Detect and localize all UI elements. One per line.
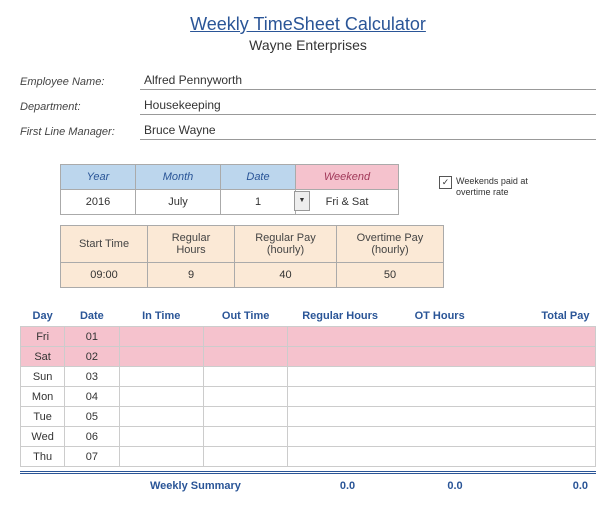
intime-cell[interactable]	[119, 407, 203, 427]
outtime-cell[interactable]	[203, 447, 287, 467]
reghours-cell	[288, 387, 393, 407]
totalpay-header: Total Pay	[487, 306, 596, 327]
weekend-header: Weekend	[296, 165, 399, 190]
date-value: 1	[255, 196, 261, 208]
day-cell: Mon	[21, 387, 65, 407]
date-cell: 06	[65, 427, 119, 447]
date-cell: 05	[65, 407, 119, 427]
reghours-cell	[288, 347, 393, 367]
summary-regular: 0.0	[290, 480, 405, 492]
outtime-header: Out Time	[203, 306, 287, 327]
table-row: Tue05	[21, 407, 596, 427]
outtime-cell[interactable]	[203, 427, 287, 447]
manager-field[interactable]: Bruce Wayne	[140, 121, 596, 140]
intime-header: In Time	[119, 306, 203, 327]
start-time-cell[interactable]: 09:00	[61, 263, 148, 288]
intime-cell[interactable]	[119, 367, 203, 387]
table-row: Wed06	[21, 427, 596, 447]
week-table: Day Date In Time Out Time Regular Hours …	[20, 306, 596, 467]
othours-cell	[392, 407, 486, 427]
table-row: Thu07	[21, 447, 596, 467]
start-time-header: Start Time	[61, 226, 148, 263]
othours-cell	[392, 347, 486, 367]
intime-cell[interactable]	[119, 387, 203, 407]
date-cell: 01	[65, 327, 119, 347]
day-cell: Fri	[21, 327, 65, 347]
totalpay-cell	[487, 427, 596, 447]
outtime-cell[interactable]	[203, 387, 287, 407]
weekly-summary-row: Weekly Summary 0.0 0.0 0.0	[20, 471, 596, 492]
day-cell: Wed	[21, 427, 65, 447]
manager-label: First Line Manager:	[20, 126, 140, 140]
rates-table: Start Time Regular Hours Regular Pay (ho…	[60, 225, 444, 288]
wdate-header: Date	[65, 306, 119, 327]
reghours-cell	[288, 367, 393, 387]
table-row: Fri01	[21, 327, 596, 347]
reghours-cell	[288, 427, 393, 447]
outtime-cell[interactable]	[203, 407, 287, 427]
summary-pay: 0.0	[505, 480, 596, 492]
reghours-header: Regular Hours	[288, 306, 393, 327]
date-header: Date	[221, 165, 296, 190]
overtime-checkbox-label: Weekends paid at overtime rate	[456, 176, 556, 198]
regular-hours-header: Regular Hours	[148, 226, 235, 263]
date-cell: 03	[65, 367, 119, 387]
date-cell: 02	[65, 347, 119, 367]
table-row: Sat02	[21, 347, 596, 367]
employee-name-label: Employee Name:	[20, 76, 140, 90]
intime-cell[interactable]	[119, 427, 203, 447]
day-cell: Sun	[21, 367, 65, 387]
totalpay-cell	[487, 367, 596, 387]
overtime-pay-header: Overtime Pay (hourly)	[337, 226, 444, 263]
reghours-cell	[288, 407, 393, 427]
department-field[interactable]: Housekeeping	[140, 96, 596, 115]
department-label: Department:	[20, 101, 140, 115]
regular-hours-cell[interactable]: 9	[148, 263, 235, 288]
totalpay-cell	[487, 447, 596, 467]
employee-name-field[interactable]: Alfred Pennyworth	[140, 71, 596, 90]
othours-cell	[392, 447, 486, 467]
year-header: Year	[61, 165, 136, 190]
company-name: Wayne Enterprises	[20, 37, 596, 53]
page-title: Weekly TimeSheet Calculator	[20, 14, 596, 35]
intime-cell[interactable]	[119, 447, 203, 467]
othours-cell	[392, 387, 486, 407]
table-row: Sun03	[21, 367, 596, 387]
intime-cell[interactable]	[119, 327, 203, 347]
year-cell[interactable]: 2016	[61, 190, 136, 215]
totalpay-cell	[487, 347, 596, 367]
othours-cell	[392, 327, 486, 347]
othours-cell	[392, 427, 486, 447]
regular-pay-cell[interactable]: 40	[235, 263, 337, 288]
day-header: Day	[21, 306, 65, 327]
outtime-cell[interactable]	[203, 367, 287, 387]
overtime-pay-cell[interactable]: 50	[337, 263, 444, 288]
outtime-cell[interactable]	[203, 327, 287, 347]
outtime-cell[interactable]	[203, 347, 287, 367]
dropdown-arrow-icon[interactable]: ▼	[294, 191, 310, 211]
reghours-cell	[288, 447, 393, 467]
day-cell: Tue	[21, 407, 65, 427]
day-cell: Sat	[21, 347, 65, 367]
totalpay-cell	[487, 327, 596, 347]
regular-pay-header: Regular Pay (hourly)	[235, 226, 337, 263]
date-cell: 07	[65, 447, 119, 467]
overtime-checkbox[interactable]: ✓	[439, 176, 452, 189]
intime-cell[interactable]	[119, 347, 203, 367]
month-cell[interactable]: July	[136, 190, 221, 215]
date-params-table: Year Month Date Weekend 2016 July 1 ▼ Fr…	[60, 164, 399, 215]
reghours-cell	[288, 327, 393, 347]
table-row: Mon04	[21, 387, 596, 407]
weekend-cell[interactable]: Fri & Sat	[296, 190, 399, 215]
month-header: Month	[136, 165, 221, 190]
summary-label: Weekly Summary	[150, 480, 290, 492]
totalpay-cell	[487, 387, 596, 407]
othours-header: OT Hours	[392, 306, 486, 327]
totalpay-cell	[487, 407, 596, 427]
summary-ot: 0.0	[405, 480, 505, 492]
date-cell[interactable]: 1 ▼	[221, 190, 296, 215]
date-cell: 04	[65, 387, 119, 407]
othours-cell	[392, 367, 486, 387]
day-cell: Thu	[21, 447, 65, 467]
